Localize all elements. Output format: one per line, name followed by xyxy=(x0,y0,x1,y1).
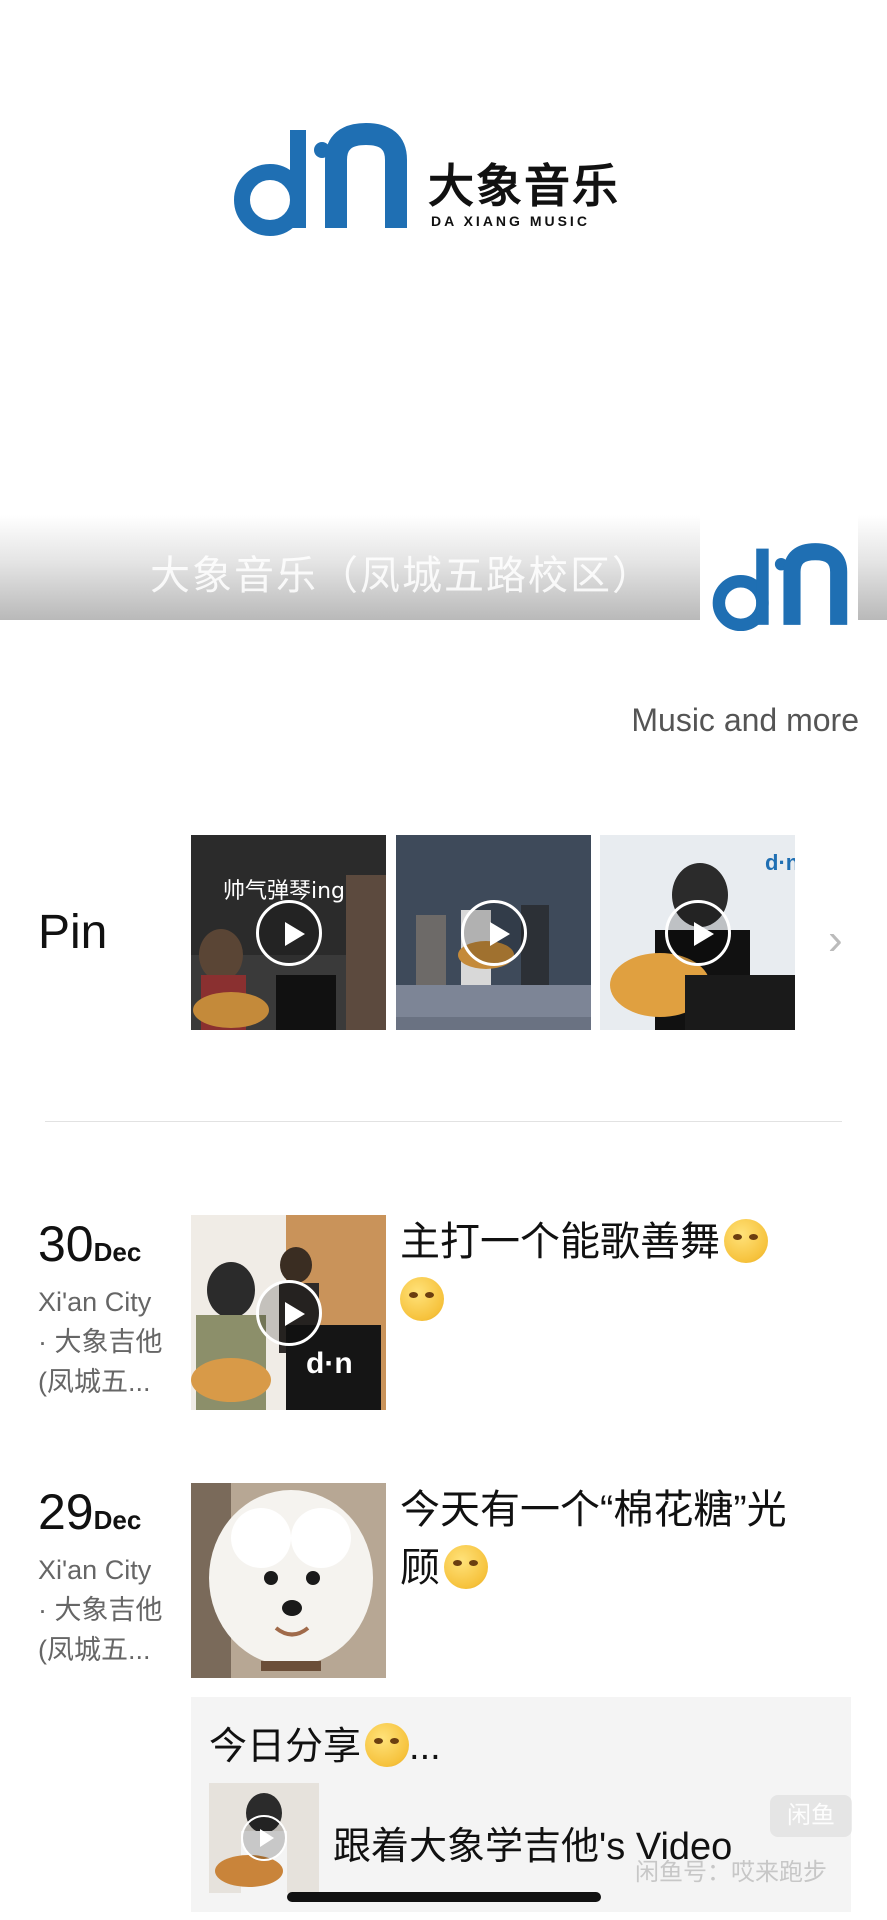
post-location[interactable]: Xi'an City · 大象吉他 (凤城五... xyxy=(38,1282,178,1402)
post-month: Dec xyxy=(93,1237,142,1267)
shared-caption: 今日分享 xyxy=(209,1726,362,1768)
shared-ellipsis: ... xyxy=(409,1726,441,1768)
thumb-image xyxy=(191,1483,386,1678)
post-location[interactable]: Xi'an City · 大象吉他 (凤城五... xyxy=(38,1550,178,1670)
pinned-label: Pin xyxy=(38,906,108,959)
post-video-thumb[interactable]: d·n xyxy=(191,1215,386,1410)
location-line: (凤城五... xyxy=(38,1367,151,1397)
brand-logo: 大象音乐 DA XIANG MUSIC xyxy=(228,120,628,240)
svg-text:d·n: d·n xyxy=(306,1347,353,1380)
location-line: · 大象吉他 xyxy=(38,1327,163,1357)
play-icon xyxy=(255,1279,322,1346)
pinned-video-2[interactable] xyxy=(396,835,591,1030)
brand-name-cn: 大象音乐 xyxy=(428,159,620,213)
watermark-text: 闲鱼号：哎来跑步 xyxy=(635,1859,827,1886)
watermark-badge: 闲鱼 xyxy=(770,1795,852,1837)
brand-name-en: DA XIANG MUSIC xyxy=(431,213,590,229)
shared-video-thumb[interactable] xyxy=(209,1783,319,1893)
pinned-video-1[interactable]: 帅气弹琴ing xyxy=(191,835,386,1030)
profile-motto: Music and more xyxy=(631,702,859,738)
location-line: (凤城五... xyxy=(38,1635,151,1665)
svg-text:d·n: d·n xyxy=(765,850,795,875)
post-caption: 主打一个能歌善舞 xyxy=(400,1220,720,1264)
post-month: Dec xyxy=(93,1505,142,1535)
post-day: 30 xyxy=(38,1216,94,1272)
post-date: 30Dec xyxy=(38,1215,141,1273)
play-icon xyxy=(664,899,731,966)
location-line: · 大象吉他 xyxy=(38,1595,163,1625)
smirk-emoji-icon xyxy=(400,1277,444,1321)
dn-avatar-icon xyxy=(712,543,848,632)
divider xyxy=(45,1121,842,1122)
smirk-emoji-icon xyxy=(724,1219,768,1263)
play-icon xyxy=(460,899,527,966)
post-image-thumb[interactable] xyxy=(191,1483,386,1678)
location-line: Xi'an City xyxy=(38,1555,152,1585)
post-text[interactable]: 今天有一个“棉花糖”光 顾 xyxy=(400,1481,820,1597)
post-caption: 今天有一个“棉花糖”光 xyxy=(400,1488,787,1532)
play-icon xyxy=(255,899,322,966)
dn-logo-icon xyxy=(234,122,407,236)
shared-text: 今日分享... xyxy=(209,1715,441,1770)
post-day: 29 xyxy=(38,1484,94,1540)
location-line: Xi'an City xyxy=(38,1287,152,1317)
post-text[interactable]: 主打一个能歌善舞 xyxy=(400,1213,820,1329)
profile-avatar[interactable] xyxy=(700,510,858,635)
smile-emoji-icon xyxy=(365,1723,410,1767)
banner-title: 大象音乐（凤城五路校区） xyxy=(150,553,654,599)
post-date: 29Dec xyxy=(38,1483,141,1541)
post-caption: 顾 xyxy=(400,1546,440,1590)
chevron-right-icon[interactable]: › xyxy=(828,915,843,965)
pinned-video-3[interactable]: d·n xyxy=(600,835,795,1030)
play-icon xyxy=(241,1815,287,1861)
smile-emoji-icon xyxy=(444,1545,488,1589)
home-indicator[interactable] xyxy=(287,1892,601,1902)
